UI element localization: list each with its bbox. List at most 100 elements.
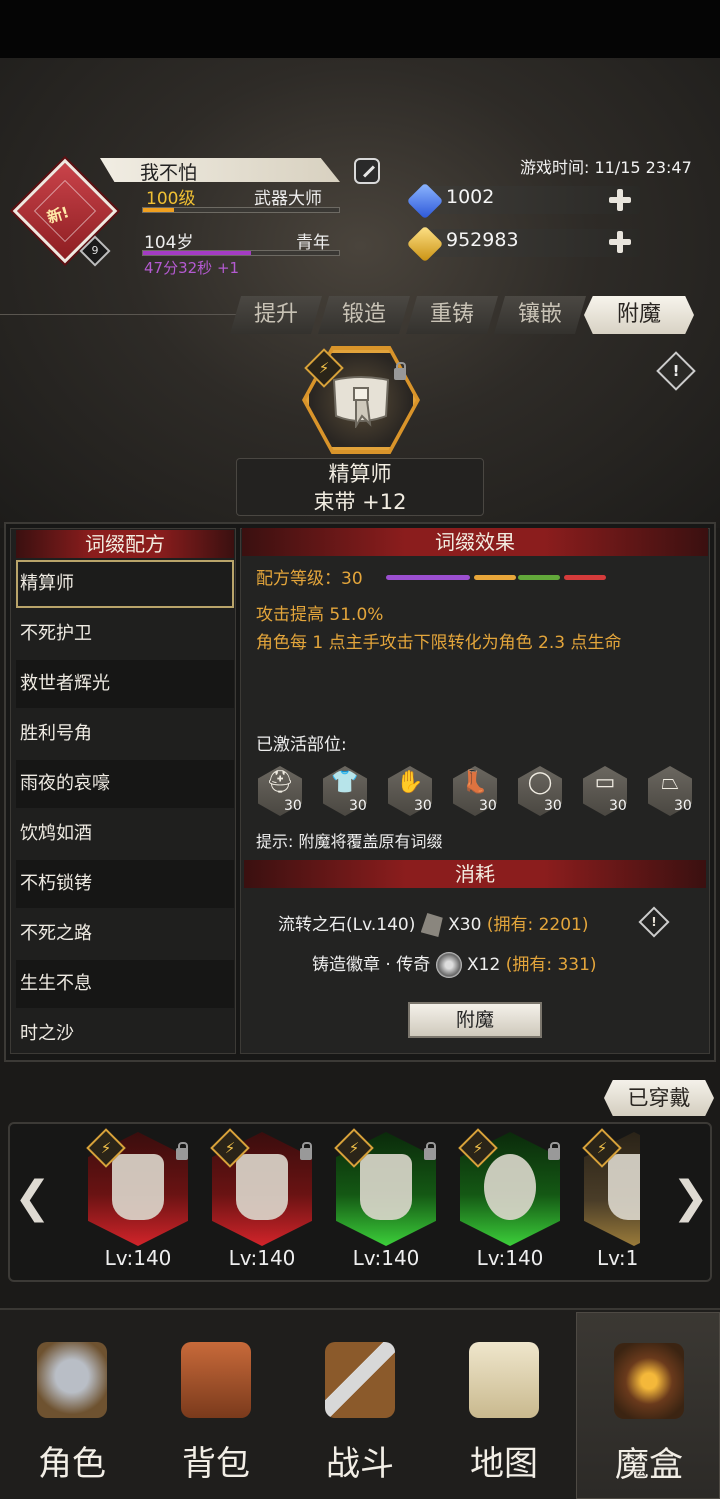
equipped-item-level: Lv:140 (476, 1246, 544, 1270)
equipped-item-level: Lv:140 (228, 1246, 296, 1270)
tab-inlay[interactable]: 镶嵌 (494, 296, 586, 334)
recipe-item[interactable]: 精算师 (16, 560, 234, 608)
effect-line-2: 角色每 1 点主手攻击下限转化为角色 2.3 点生命 (256, 633, 622, 653)
lock-icon (300, 1142, 312, 1160)
sword-shield-icon (325, 1342, 395, 1418)
nav-character[interactable]: 角色 (0, 1312, 144, 1499)
player-level: 100级 (146, 189, 196, 209)
recipe-header: 词缀配方 (16, 530, 234, 558)
name-plate (100, 158, 340, 182)
belt-icon (608, 1154, 640, 1220)
level-progress-bar (142, 207, 340, 213)
equipped-item-level: Lv:140 (104, 1246, 172, 1270)
equipped-item-level: Lv:140 (352, 1246, 420, 1270)
age-progress-bar (142, 250, 340, 256)
recipe-level: 配方等级：30 (256, 569, 363, 589)
slot-level: 30 (284, 798, 302, 814)
item-affix: 精算师 (328, 462, 392, 486)
nav-backpack[interactable]: 背包 (144, 1312, 288, 1499)
amulet-icon (484, 1154, 536, 1220)
map-scroll-icon (469, 1342, 539, 1418)
recipe-item[interactable]: 不死护卫 (16, 610, 234, 658)
equipped-label[interactable]: 已穿戴 (604, 1080, 714, 1116)
add-gold-icon[interactable] (608, 230, 632, 254)
cost-item-1-owned: (拥有: 2201) (486, 915, 589, 935)
glove-icon: ✋ (396, 770, 424, 795)
forge-badge-icon (435, 952, 462, 978)
lock-icon (176, 1142, 188, 1160)
lock-icon (394, 362, 406, 380)
nav-magic-box[interactable]: 魔盒 (576, 1312, 720, 1499)
cost-item-2-qty: X12 (467, 955, 501, 975)
boots-icon (360, 1154, 412, 1220)
gem-amount: 1002 (446, 186, 495, 208)
recipe-item[interactable]: 时之沙 (16, 1010, 234, 1058)
ring-icon: ◯ (527, 770, 553, 795)
boots-icon: 👢 (461, 770, 489, 795)
recipe-item[interactable]: 救世者辉光 (16, 660, 234, 708)
recipe-item[interactable]: 不死之路 (16, 910, 234, 958)
tab-forge[interactable]: 锻造 (318, 296, 410, 334)
age-timer: 47分32秒 +1 (144, 259, 240, 277)
viking-helmet-icon (37, 1342, 107, 1418)
game-time: 游戏时间: 11/15 23:47 (520, 158, 692, 177)
add-gems-icon[interactable] (608, 188, 632, 212)
player-title: 武器大师 (254, 189, 322, 209)
status-bar (0, 0, 720, 58)
cost-item-2: 铸造徽章 · 传奇 X12 (拥有: 331) (312, 950, 597, 978)
chevron-left-icon[interactable]: ❮ (14, 1172, 51, 1223)
effect-line-1: 攻击提高 51.0% (256, 605, 384, 625)
player-name: 我不怕 (140, 162, 198, 184)
tab-reforge[interactable]: 重铸 (406, 296, 498, 334)
belt-icon (332, 376, 390, 428)
enchant-button[interactable]: 附魔 (408, 1002, 542, 1038)
nav-label: 背包 (182, 1444, 250, 1484)
magic-box-icon (614, 1343, 684, 1419)
slot-level: 30 (674, 798, 692, 814)
slot-level: 30 (609, 798, 627, 814)
tab-upgrade[interactable]: 提升 (230, 296, 322, 334)
slot-level: 30 (414, 798, 432, 814)
nav-label: 角色 (38, 1444, 106, 1484)
belt-slot-icon: ▭ (594, 770, 616, 795)
effect-header: 词缀效果 (242, 528, 708, 556)
chevron-right-icon[interactable]: ❯ (672, 1172, 709, 1223)
nav-label: 战斗 (326, 1444, 394, 1484)
edit-name-icon[interactable] (354, 158, 380, 184)
enchant-hint: 提示: 附魔将覆盖原有词缀 (256, 832, 443, 851)
flow-stone-icon (420, 913, 443, 937)
nav-label: 地图 (470, 1444, 538, 1484)
equipped-item-level: Lv:1 (597, 1246, 639, 1270)
cost-item-1-qty: X30 (448, 915, 482, 935)
gold-amount: 952983 (446, 229, 519, 251)
lock-icon (548, 1142, 560, 1160)
nav-map[interactable]: 地图 (432, 1312, 576, 1499)
lock-icon (424, 1142, 436, 1160)
helmet-icon: ⛑ (266, 770, 294, 795)
cost-item-2-name: 铸造徽章 · 传奇 (312, 955, 431, 975)
nav-battle[interactable]: 战斗 (288, 1312, 432, 1499)
recipe-level-bar-green (518, 575, 560, 580)
recipe-item[interactable]: 不朽锁铐 (16, 860, 234, 908)
recipe-level-bar-red (564, 575, 606, 580)
cost-item-1: 流转之石(Lv.140) X30 (拥有: 2201) (278, 910, 589, 937)
tab-enchant[interactable]: 附魔 (584, 296, 694, 334)
tab-divider (0, 314, 240, 315)
chest-armor-icon (112, 1154, 164, 1220)
activated-slots-label: 已激活部位: (256, 735, 347, 755)
backpack-icon (181, 1342, 251, 1418)
slot-level: 30 (349, 798, 367, 814)
nav-label: 魔盒 (615, 1445, 683, 1485)
skirt-icon: ⏢ (661, 770, 679, 795)
item-name: 束带 +12 (313, 490, 407, 514)
slot-level: 30 (544, 798, 562, 814)
recipe-item[interactable]: 生生不息 (16, 960, 234, 1008)
recipe-item[interactable]: 雨夜的哀嚎 (16, 760, 234, 808)
recipe-item[interactable]: 饮鸩如酒 (16, 810, 234, 858)
recipe-item[interactable]: 胜利号角 (16, 710, 234, 758)
cost-item-2-owned: (拥有: 331) (505, 955, 597, 975)
slot-level: 30 (479, 798, 497, 814)
chest-armor-icon: 👕 (331, 770, 359, 795)
glove-icon (236, 1154, 288, 1220)
cost-header: 消耗 (244, 860, 706, 888)
